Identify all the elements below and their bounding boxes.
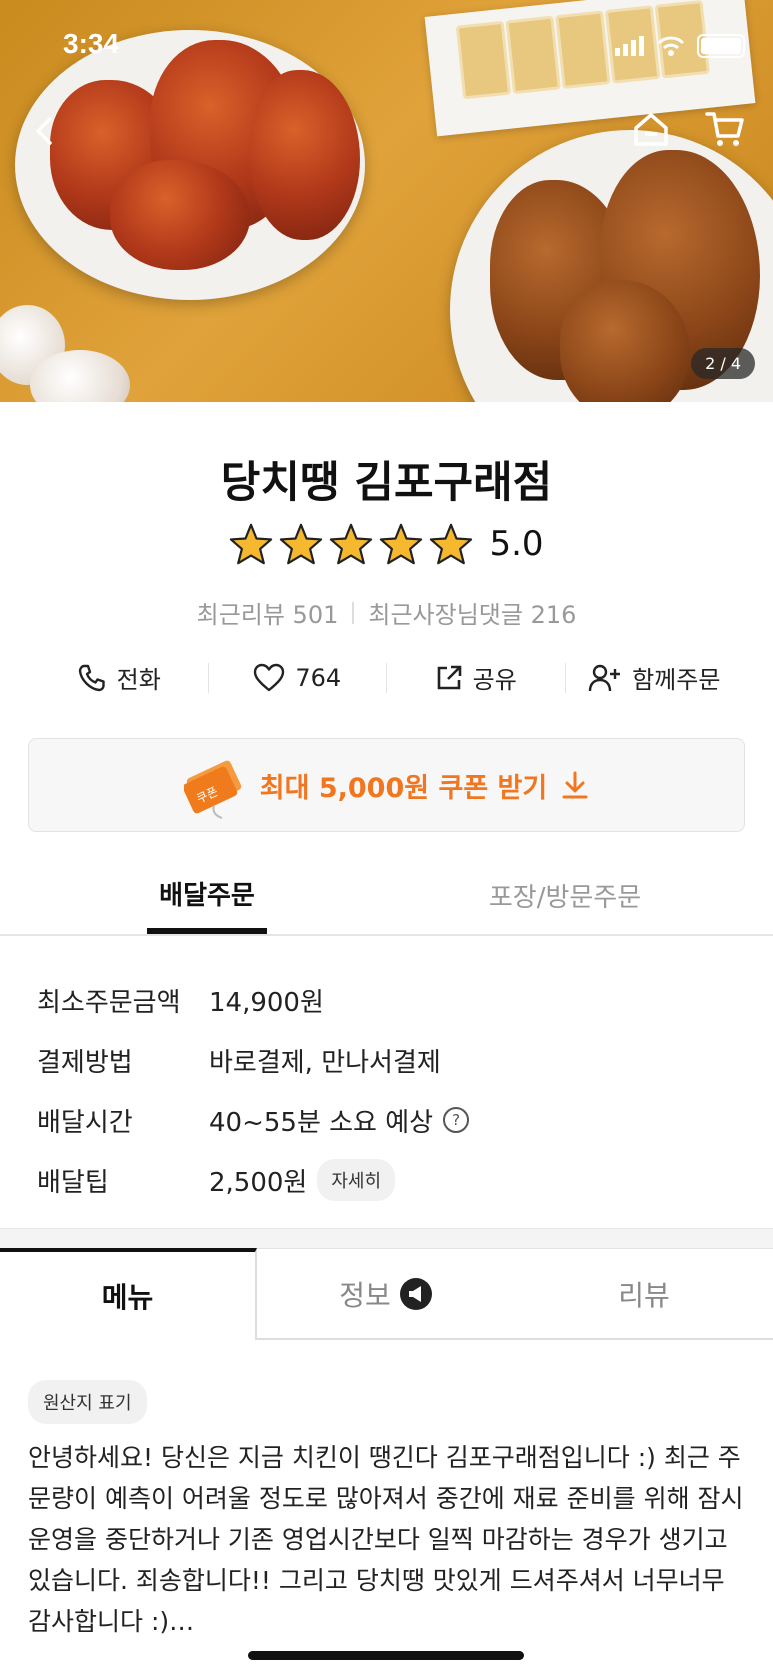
recent-reviews-link[interactable]: 최근리뷰 501 [197, 595, 339, 630]
heart-icon [254, 663, 285, 691]
main-tabs: 메뉴 정보 리뷰 [0, 1248, 773, 1340]
add-user-icon [588, 664, 621, 691]
tab-info[interactable]: 정보 [257, 1248, 515, 1340]
like-button[interactable]: 764 [209, 663, 387, 693]
back-button[interactable] [22, 106, 72, 156]
status-time: 3:34 [63, 28, 120, 59]
home-indicator[interactable] [248, 1651, 524, 1660]
min-order-row: 최소주문금액 14,900원 [37, 970, 737, 1030]
origin-label-button[interactable]: 원산지 표기 [28, 1380, 147, 1424]
back-arrow-icon [36, 117, 52, 145]
tab-menu[interactable]: 메뉴 [0, 1248, 257, 1340]
battery-icon [697, 34, 745, 58]
payment-value: 바로결제, 만나서결제 [209, 1047, 441, 1078]
wifi-icon [657, 36, 685, 56]
like-count: 764 [295, 663, 342, 692]
coupon-icon: 쿠폰 [182, 754, 246, 819]
share-button[interactable]: 공유 [387, 660, 565, 695]
delivery-time-row: 배달시간 40~55분 소요 예상 ? [37, 1090, 737, 1150]
tip-detail-button[interactable]: 자세히 [317, 1159, 396, 1201]
delivery-info: 최소주문금액 14,900원 결제방법 바로결제, 만나서결제 배달시간 40~… [37, 970, 737, 1210]
home-button[interactable] [626, 104, 676, 154]
store-name: 당치땡 김포구래점 [220, 458, 553, 508]
delivery-tip-value: 2,500원 [209, 1167, 308, 1198]
group-order-button[interactable]: 함께주문 [566, 660, 744, 695]
owner-replies-link[interactable]: 최근사장님댓글 216 [368, 595, 576, 630]
tab-info-label: 정보 [339, 1278, 391, 1312]
phone-icon [78, 664, 105, 691]
store-actions: 전화 764 공유 함께주문 [30, 660, 743, 695]
hero-image[interactable]: 3:34 2 / 4 [0, 0, 773, 402]
share-icon [437, 665, 461, 689]
call-button[interactable]: 전화 [30, 660, 208, 695]
delivery-time-value: 40~55분 소요 예상 [209, 1107, 434, 1138]
section-divider [0, 1228, 773, 1249]
share-label: 공유 [472, 666, 517, 694]
home-icon [634, 113, 668, 146]
cart-button[interactable] [700, 104, 750, 154]
star-icon [330, 523, 373, 565]
image-counter: 2 / 4 [691, 348, 755, 379]
coupon-label: 최대 5,000원 쿠폰 받기 [259, 772, 548, 804]
signal-icon [615, 36, 644, 56]
star-icon [230, 523, 273, 565]
divider [352, 601, 355, 624]
delivery-tip-row: 배달팁 2,500원 자세히 [37, 1150, 737, 1210]
tab-reviews[interactable]: 리뷰 [515, 1248, 773, 1340]
min-order-value: 14,900원 [209, 987, 324, 1018]
cart-icon [705, 112, 744, 146]
store-notice[interactable]: 안녕하세요! 당신은 지금 치킨이 땡긴다 김포구래점입니다 :) 최근 주문량… [28, 1437, 748, 1642]
help-icon[interactable]: ? [443, 1107, 470, 1133]
star-icon [430, 523, 473, 565]
delivery-time-label: 배달시간 [37, 1107, 133, 1138]
star-icon [380, 523, 423, 565]
megaphone-icon [399, 1277, 432, 1310]
coupon-banner[interactable]: 쿠폰 최대 5,000원 쿠폰 받기 [28, 738, 745, 832]
rating-score: 5.0 [489, 524, 544, 564]
payment-label: 결제방법 [37, 1047, 133, 1078]
rating-row: 5.0 [0, 523, 773, 565]
status-bar: 3:34 [0, 0, 773, 90]
min-order-label: 최소주문금액 [37, 987, 181, 1018]
group-order-label: 함께주문 [632, 666, 721, 694]
download-icon [562, 771, 588, 799]
payment-row: 결제방법 바로결제, 만나서결제 [37, 1030, 737, 1090]
review-stats: 최근리뷰 501 최근사장님댓글 216 [0, 595, 773, 630]
star-icon [280, 523, 323, 565]
tab-pickup-order[interactable]: 포장/방문주문 [470, 858, 660, 932]
delivery-tip-label: 배달팁 [37, 1167, 109, 1198]
order-type-tabs: 배달주문 포장/방문주문 [0, 858, 773, 936]
tab-delivery-order[interactable]: 배달주문 [147, 858, 267, 934]
call-label: 전화 [116, 666, 161, 694]
